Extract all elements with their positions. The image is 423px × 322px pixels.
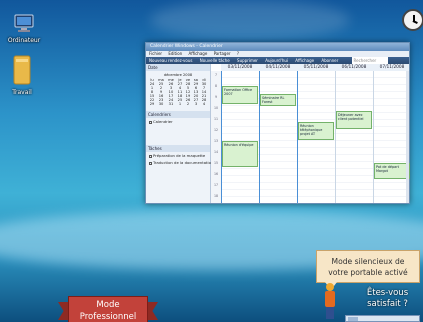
date-header: Date xyxy=(146,64,210,71)
task-item[interactable]: Traduction de la documentation xyxy=(146,159,214,166)
hour-label: 14 xyxy=(213,150,219,154)
slider-control[interactable] xyxy=(345,315,420,322)
hour-label: 10 xyxy=(213,106,219,110)
satisfaction-line-1: Êtes-vous xyxy=(366,288,409,298)
time-column: 7 8 9 10 11 12 13 14 15 16 17 18 xyxy=(211,71,221,203)
day-cell[interactable]: 29 xyxy=(148,102,156,106)
callout-line-2: votre portable activé xyxy=(328,268,408,277)
new-task-button[interactable]: Nouvelle tâche xyxy=(200,58,230,63)
search-input[interactable]: Rechercher xyxy=(351,57,388,64)
checkbox-icon[interactable] xyxy=(149,154,152,158)
view-button[interactable]: Affichage xyxy=(295,58,314,63)
satisfaction-line-2: satisfait ? xyxy=(367,299,408,309)
day-header[interactable]: 03/11/2008 xyxy=(221,64,259,71)
desktop-icon-label: Travail xyxy=(12,89,32,96)
day-header[interactable]: 04/11/2008 xyxy=(259,64,297,71)
tasks-header: Tâches xyxy=(146,145,210,152)
day-header[interactable]: 07/11/2008 xyxy=(373,64,411,71)
hour-label: 17 xyxy=(213,183,219,187)
hour-label: 11 xyxy=(213,117,219,121)
hour-label: 16 xyxy=(213,172,219,176)
day-separator xyxy=(259,71,261,203)
background-glow-top xyxy=(150,0,350,40)
desktop-icon-computer[interactable]: Ordinateur xyxy=(2,14,46,44)
window-title: Calendrier Windows - Calendrier xyxy=(150,44,223,49)
event-dejeuner[interactable]: Déjeuner avec client potentiel xyxy=(336,111,372,129)
hour-label: 13 xyxy=(213,139,219,143)
calendar-body: Date décembre 2008 lu ma me je ve sa di xyxy=(146,64,410,203)
calendar-window[interactable]: Calendrier Windows - Calendrier Fichier … xyxy=(145,42,410,204)
today-button[interactable]: Aujourd'hui xyxy=(265,58,288,63)
day-cell[interactable]: 1 xyxy=(176,102,184,106)
window-titlebar[interactable]: Calendrier Windows - Calendrier xyxy=(146,43,409,51)
hour-label: 7 xyxy=(214,73,218,77)
slider-thumb[interactable] xyxy=(348,317,358,321)
desktop-icon-folder[interactable]: Travail xyxy=(0,54,44,96)
menu-item-help[interactable]: ? xyxy=(237,51,239,56)
day-separator xyxy=(335,71,336,203)
delete-button[interactable]: Supprimer xyxy=(237,58,258,63)
mode-ribbon: Mode Professionnel xyxy=(58,296,158,322)
task-label: Traduction de la documentation xyxy=(153,160,214,165)
event-formation[interactable]: Formation Office 2007 xyxy=(222,86,258,104)
clock-hand-icon xyxy=(412,20,418,24)
day-cell[interactable]: 30 xyxy=(156,102,166,106)
event-reunion-equipe[interactable]: Réunion d'équipe xyxy=(222,141,258,167)
event-reunion-telephonique[interactable]: Réunion téléphonique projet AT xyxy=(298,122,334,140)
ribbon-line-1: Mode xyxy=(96,300,120,310)
desktop-icon-label: Ordinateur xyxy=(7,37,41,44)
sidebar: Date décembre 2008 lu ma me je ve sa di xyxy=(146,64,214,203)
task-item[interactable]: Préparation de la maquette xyxy=(146,152,210,159)
event-seminaire[interactable]: Séminaire RL Forest xyxy=(260,94,296,106)
menu-item-fichier[interactable]: Fichier xyxy=(149,51,162,56)
day-header[interactable]: 05/11/2008 xyxy=(297,64,335,71)
hour-label: 8 xyxy=(214,84,218,88)
notification-callout: Mode silencieux de votre portable activé xyxy=(316,250,420,290)
folder-icon xyxy=(13,55,31,85)
new-appointment-button[interactable]: Nouveau rendez-vous xyxy=(149,58,192,63)
toolbar: Nouveau rendez-vous Nouvelle tâche Suppr… xyxy=(146,57,409,64)
subscribe-button[interactable]: Abonner xyxy=(321,58,338,63)
checkbox-icon[interactable] xyxy=(149,120,152,124)
day-header[interactable]: 06/11/2008 xyxy=(335,64,373,71)
clock-gadget[interactable] xyxy=(402,9,423,31)
hour-label: 15 xyxy=(213,161,219,165)
task-label: Préparation de la maquette xyxy=(153,153,206,158)
desktop: Ordinateur Travail Calendrier Windows - … xyxy=(0,0,423,322)
calendar-item-label: Calendrier xyxy=(153,119,173,124)
mini-calendar-month: décembre 2008 xyxy=(163,73,193,77)
menu-item-edition[interactable]: Edition xyxy=(168,51,182,56)
week-view: 03/11/2008 04/11/2008 05/11/2008 06/11/2… xyxy=(211,64,410,203)
menu-item-partager[interactable]: Partager xyxy=(214,51,231,56)
calendars-header: Calendriers xyxy=(146,111,210,118)
hour-label: 9 xyxy=(214,95,218,99)
day-cell[interactable]: 2 xyxy=(184,102,192,106)
scrollbar[interactable] xyxy=(406,71,409,203)
day-cell[interactable]: 4 xyxy=(200,102,208,106)
day-cell[interactable]: 3 xyxy=(192,102,200,106)
calendar-grid[interactable]: Formation Office 2007 Séminaire RL Fores… xyxy=(221,71,410,203)
hour-label: 18 xyxy=(213,194,219,198)
ribbon-line-2: Professionnel xyxy=(79,312,137,322)
day-separator xyxy=(373,71,374,203)
calendar-list-item[interactable]: Calendrier xyxy=(146,118,210,125)
person-figure-icon xyxy=(322,283,338,319)
day-headers: 03/11/2008 04/11/2008 05/11/2008 06/11/2… xyxy=(221,64,409,71)
day-cell[interactable]: 31 xyxy=(166,102,176,106)
checkbox-icon[interactable] xyxy=(149,161,152,165)
mini-calendar-grid[interactable]: lu ma me je ve sa di 24 25 26 27 28 29 3… xyxy=(148,78,208,106)
event-pot-de-depart[interactable]: Pot de départ Margot xyxy=(374,163,410,179)
menu-item-affichage[interactable]: Affichage xyxy=(188,51,207,56)
callout-line-1: Mode silencieux de xyxy=(331,257,405,266)
computer-icon xyxy=(14,14,34,32)
hour-label: 12 xyxy=(213,128,219,132)
mini-calendar[interactable]: décembre 2008 lu ma me je ve sa di 24 25… xyxy=(146,71,210,108)
satisfaction-prompt: Êtes-vous satisfait ? xyxy=(350,288,423,310)
